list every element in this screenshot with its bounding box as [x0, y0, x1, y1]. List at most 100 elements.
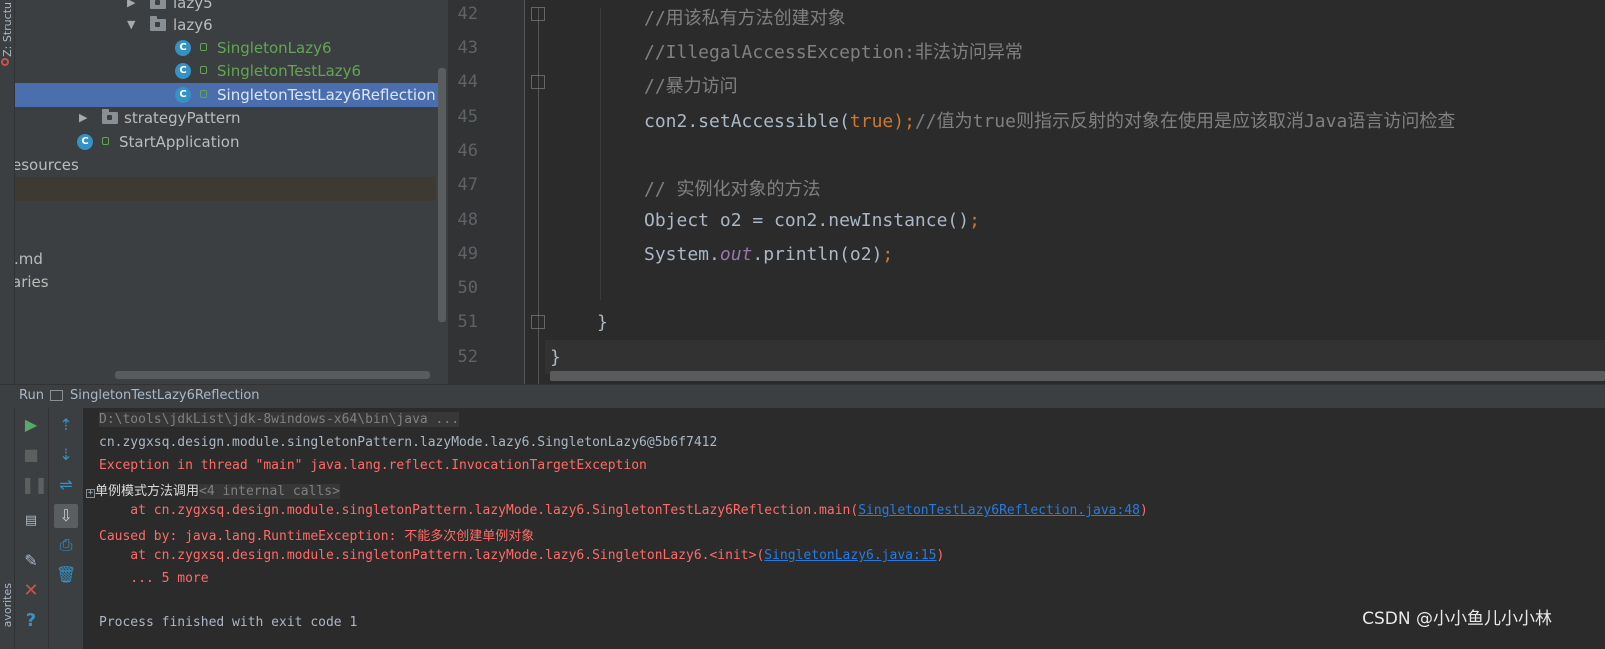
package-folder-icon — [102, 109, 118, 124]
lock-icon — [102, 137, 109, 145]
line-number: 50 — [457, 278, 478, 298]
package-folder-icon — [150, 16, 166, 31]
tree-item-singleton-test-lazy6-reflection[interactable]: C SingletonTestLazy6Reflection — [15, 83, 440, 107]
fold-marker-icon[interactable] — [531, 315, 545, 329]
tree-horizontal-scrollbar[interactable] — [115, 371, 430, 379]
comment-token: //值为true则指示反射的对象在使用是应该取消Java语言访问检查 — [914, 111, 1456, 132]
semicolon-token: ; — [969, 210, 980, 231]
code-line-52: } — [550, 347, 561, 368]
soft-wrap-icon[interactable]: ⇌ — [56, 475, 76, 495]
run-tool-window-header: Run SingletonTestLazy6Reflection — [0, 384, 1605, 408]
line-number: 52 — [457, 347, 478, 367]
code-line-43: //IllegalAccessException:非法访问异常 — [644, 42, 1023, 63]
console-line: cn.zygxsq.design.module.singletonPattern… — [99, 435, 718, 450]
console-error-line: Caused by: java.lang.RuntimeException: 不… — [99, 529, 535, 544]
console-label: 单例模式方法调用 — [95, 484, 200, 499]
rerun-play-icon[interactable]: ▶ — [21, 415, 41, 435]
run-tab-label[interactable]: Run — [19, 388, 44, 403]
stop-icon[interactable]: ■ — [21, 445, 41, 465]
code-token: Object o2 = con2.newInstance() — [644, 210, 970, 231]
console-line: + 单例模式方法调用<4 internal calls> — [86, 480, 340, 499]
console-error-line: at cn.zygxsq.design.module.singletonPatt… — [99, 548, 944, 563]
current-line-highlight — [545, 340, 1605, 374]
stack-frame: at cn.zygxsq.design.module.singletonPatt… — [99, 548, 765, 563]
line-number: 42 — [457, 4, 478, 24]
line-number: 44 — [457, 72, 478, 92]
tree-item-label: aries — [15, 273, 49, 291]
code-line-48: Object o2 = con2.newInstance(); — [644, 210, 980, 231]
tree-item-label: .md — [15, 250, 43, 268]
code-token: ); — [893, 111, 915, 132]
arrow-up-icon[interactable]: ⇡ — [56, 415, 76, 435]
code-editor[interactable]: 42 43 44 45 46 47 48 49 50 51 52 //用该私有方… — [448, 0, 1605, 384]
left-tool-strip: Z: Structu avorites — [0, 0, 15, 649]
pause-icon[interactable]: ❚❚ — [21, 475, 48, 495]
editor-horizontal-scrollbar[interactable] — [550, 371, 1605, 381]
pin-icon[interactable]: ✎ — [21, 551, 41, 571]
tree-item-label: SingletonTestLazy6 — [217, 62, 362, 80]
tree-item-strategy-pattern[interactable]: ▶ strategyPattern — [15, 106, 448, 130]
trash-icon[interactable]: 🗑 — [56, 565, 76, 585]
fold-marker-icon[interactable] — [531, 7, 545, 21]
code-token: con2.setAccessible( — [644, 111, 850, 132]
tree-item-lazy6[interactable]: ▼ lazy6 — [15, 13, 448, 37]
spring-boot-class-icon: C — [77, 134, 93, 150]
console-error-line: Exception in thread "main" java.lang.ref… — [99, 458, 647, 473]
help-icon[interactable]: ? — [21, 611, 41, 631]
collapse-arrow-icon[interactable]: ▼ — [127, 13, 135, 37]
console-error-line: ... 5 more — [99, 571, 209, 586]
structure-tab[interactable]: Z: Structu — [1, 2, 14, 57]
tree-vertical-scrollbar[interactable] — [438, 68, 446, 322]
tree-item-label: lazy6 — [173, 16, 213, 34]
line-number: 43 — [457, 38, 478, 58]
favorites-tab[interactable]: avorites — [1, 583, 14, 627]
code-line-49: System.out.println(o2); — [644, 244, 893, 265]
line-number: 51 — [457, 312, 478, 332]
run-config-name[interactable]: SingletonTestLazy6Reflection — [70, 388, 260, 403]
code-line-42: //用该私有方法创建对象 — [644, 8, 846, 29]
project-tree-panel: ▶ lazy5 ▼ lazy6 C SingletonLazy6 C Singl… — [15, 0, 448, 384]
expand-arrow-icon[interactable]: ▶ — [79, 106, 87, 130]
layout-icon[interactable]: ▤ — [21, 511, 41, 531]
expand-plus-icon[interactable]: + — [86, 489, 95, 498]
line-number: 49 — [457, 244, 478, 264]
print-icon[interactable]: ⎙ — [56, 535, 76, 555]
scroll-to-end-icon[interactable]: ⇩ — [54, 504, 78, 528]
tree-item-singleton-lazy6[interactable]: C SingletonLazy6 — [15, 36, 448, 60]
close-icon[interactable]: ✕ — [21, 581, 41, 601]
java-class-icon: C — [175, 40, 191, 56]
fold-marker-icon[interactable] — [531, 75, 545, 89]
lock-icon — [200, 66, 207, 74]
package-folder-icon — [150, 0, 166, 9]
line-number: 45 — [457, 107, 478, 127]
stack-frame-link[interactable]: SingletonTestLazy6Reflection.java:48 — [858, 503, 1140, 518]
tree-item-singleton-test-lazy6[interactable]: C SingletonTestLazy6 — [15, 59, 448, 83]
code-line-45: con2.setAccessible(true);//值为true则指示反射的对… — [644, 107, 1455, 133]
run-toolbar-secondary: ⇡ ⇣ ⇌ ⇩ ⎙ 🗑 — [49, 408, 84, 649]
code-token: .println(o2) — [752, 244, 883, 265]
console-line: Process finished with exit code 1 — [99, 615, 358, 630]
tree-item-highlighted-row[interactable] — [15, 177, 435, 201]
tree-item-label: strategyPattern — [124, 109, 241, 127]
line-number-gutter: 42 43 44 45 46 47 48 49 50 51 52 — [448, 0, 525, 384]
lock-icon — [200, 43, 207, 51]
java-runnable-class-icon: C — [175, 87, 191, 103]
keyword-token: true — [849, 111, 894, 132]
code-line-47: // 实例化对象的方法 — [644, 179, 821, 200]
internal-calls-fold[interactable]: <4 internal calls> — [199, 484, 340, 499]
stack-frame-end: ) — [1139, 503, 1148, 518]
tree-item-resources[interactable]: esources — [15, 153, 448, 177]
console-command-line[interactable]: D:\tools\jdkList\jdk-8windows-x64\bin\ja… — [99, 412, 460, 427]
tree-item-start-application[interactable]: C StartApplication — [15, 130, 448, 154]
tree-item-libraries[interactable]: aries — [15, 270, 448, 294]
code-line-51: } — [597, 312, 608, 333]
semicolon-token: ; — [882, 244, 894, 265]
stack-frame-link[interactable]: SingletonLazy6.java:15 — [764, 548, 936, 563]
line-number: 46 — [457, 141, 478, 161]
lock-icon — [200, 90, 207, 98]
arrow-down-icon[interactable]: ⇣ — [56, 445, 76, 465]
code-token: System. — [644, 244, 720, 265]
java-runnable-class-icon: C — [175, 63, 191, 79]
tree-item-label: esources — [15, 156, 79, 174]
tree-item-md-file[interactable]: .md — [15, 247, 448, 271]
